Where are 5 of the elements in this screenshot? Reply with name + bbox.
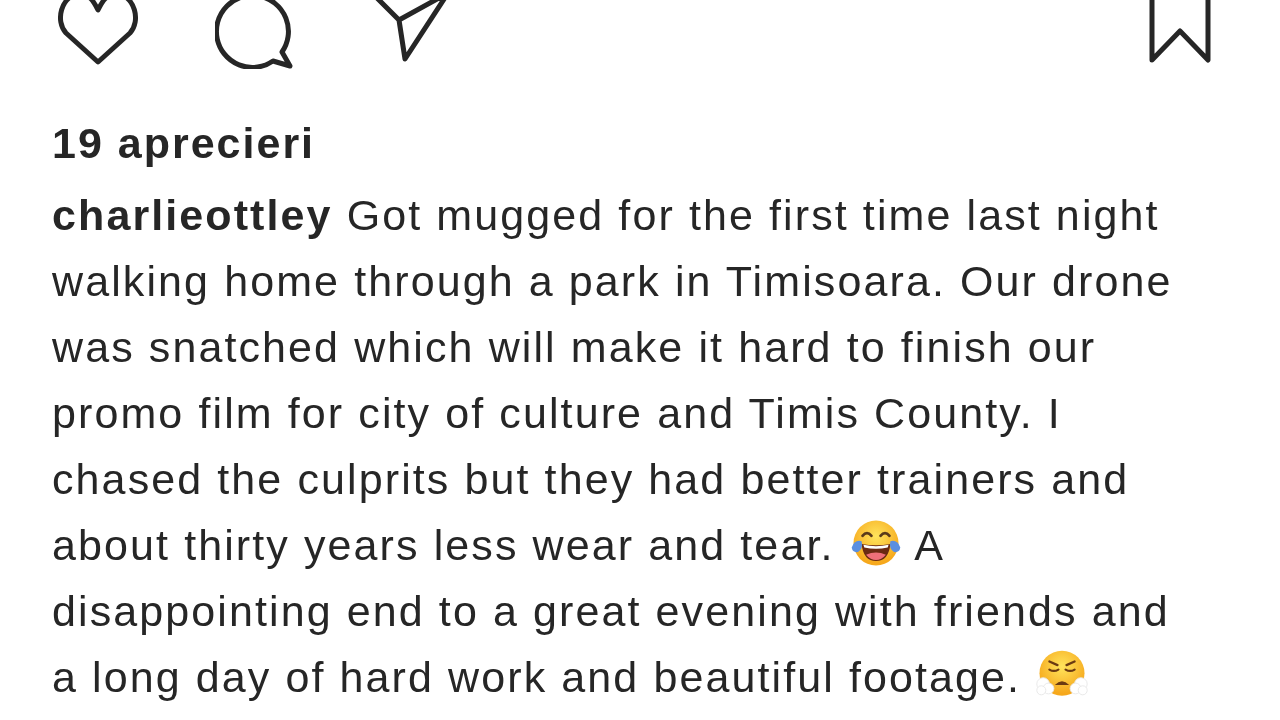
username-link[interactable]: charlieottley [52,191,333,239]
likes-count[interactable]: 19 aprecieri [52,110,352,176]
like-heart-icon[interactable] [56,0,140,66]
post-caption: charlieottley Got mugged for the first time last night walking home through a park in Timisoara. Our drone was snatched which will make it hard to finish our promo film for city of culture and Timis County. I chased the culprits but they had better trainers and about thirty years less wear and tear. A disappointing end to a great evening with friends and a long day of hard work and beautiful footage. [52,190,1174,704]
comment-bubble-icon[interactable] [215,0,295,69]
